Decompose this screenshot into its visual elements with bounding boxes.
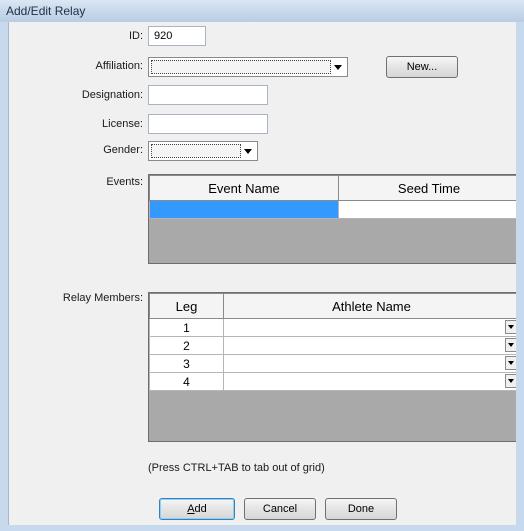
athlete-name-cell[interactable] — [223, 336, 520, 355]
relay-members-grid[interactable]: Leg Athlete Name 1 2 3 4 — [148, 292, 520, 442]
done-button[interactable]: Done — [325, 498, 397, 520]
gender-value — [151, 144, 241, 158]
chevron-down-icon — [244, 149, 252, 154]
table-row[interactable]: 3 — [149, 354, 520, 373]
column-header-athlete-name[interactable]: Athlete Name — [223, 293, 520, 319]
relay-members-label: Relay Members: — [62, 292, 143, 304]
add-edit-relay-dialog: Add/Edit Relay ID: Affiliation: New... D… — [0, 0, 524, 531]
athlete-name-cell[interactable] — [223, 372, 520, 391]
column-header-leg[interactable]: Leg — [149, 293, 224, 319]
id-field[interactable] — [148, 26, 206, 46]
athlete-name-cell[interactable] — [223, 354, 520, 373]
table-row[interactable]: 1 — [149, 318, 520, 337]
table-row[interactable] — [149, 200, 520, 219]
window-frame-bottom — [0, 525, 524, 531]
leg-cell: 2 — [149, 336, 224, 355]
cancel-button[interactable]: Cancel — [244, 498, 316, 520]
table-row[interactable]: 2 — [149, 336, 520, 355]
events-label: Events: — [106, 176, 143, 188]
designation-label: Designation: — [81, 89, 143, 101]
affiliation-dropdown[interactable] — [148, 57, 348, 77]
table-row[interactable]: 4 — [149, 372, 520, 391]
gender-dropdown[interactable] — [148, 141, 258, 161]
affiliation-value — [151, 60, 331, 74]
affiliation-label: Affiliation: — [95, 60, 144, 72]
new-affiliation-button[interactable]: New... — [386, 56, 458, 78]
seed-time-cell[interactable] — [338, 200, 520, 219]
column-header-event-name[interactable]: Event Name — [149, 175, 339, 201]
event-name-cell[interactable] — [149, 200, 339, 219]
designation-field[interactable] — [148, 85, 268, 105]
chevron-down-icon — [334, 65, 342, 70]
leg-cell: 4 — [149, 372, 224, 391]
window-frame-left — [0, 22, 8, 531]
add-button[interactable]: Add — [159, 498, 235, 520]
title-bar[interactable]: Add/Edit Relay — [0, 0, 524, 22]
dialog-body: ID: Affiliation: New... Designation: Lic… — [8, 22, 520, 525]
athlete-name-cell[interactable] — [223, 318, 520, 337]
column-header-seed-time[interactable]: Seed Time — [338, 175, 520, 201]
license-field[interactable] — [148, 114, 268, 134]
license-label: License: — [102, 118, 143, 130]
window-frame-right — [516, 22, 524, 531]
events-grid[interactable]: Event Name Seed Time — [148, 174, 520, 264]
grid-tab-hint: (Press CTRL+TAB to tab out of grid) — [148, 462, 325, 474]
leg-cell: 1 — [149, 318, 224, 337]
window-title: Add/Edit Relay — [6, 4, 86, 18]
gender-label: Gender: — [103, 144, 143, 156]
add-mnemonic: A — [187, 503, 195, 515]
id-label: ID: — [128, 30, 143, 42]
leg-cell: 3 — [149, 354, 224, 373]
add-label-rest: dd — [194, 503, 207, 515]
